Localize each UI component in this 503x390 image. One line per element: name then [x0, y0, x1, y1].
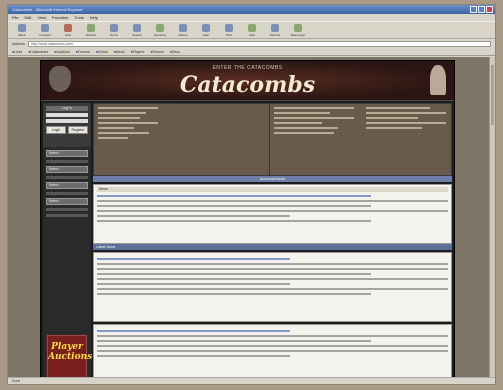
ad-text: Player Auctions [48, 342, 93, 362]
toolbar: Back Forward Stop Refresh Home Search Fa… [8, 21, 495, 39]
refresh-button[interactable]: Refresh [83, 23, 99, 37]
nav-select[interactable]: Select [46, 166, 88, 173]
sidebar-text [46, 214, 88, 217]
nav-select[interactable]: Select [46, 198, 88, 205]
main-content: Announcements News Latest News [93, 103, 452, 377]
menu-bar: File Edit View Favorites Tools Help [8, 14, 495, 21]
register-button[interactable]: Register [68, 126, 88, 134]
back-arrow-icon [18, 23, 26, 32]
refresh-icon [87, 23, 95, 32]
menu-edit[interactable]: Edit [24, 14, 31, 21]
print-button[interactable]: Print [221, 23, 237, 37]
address-bar: Address http://www.catacombs.com/ [8, 39, 495, 48]
menu-view[interactable]: View [37, 14, 46, 21]
edit-icon [248, 23, 256, 32]
site-title: Catacombs [179, 72, 316, 98]
title-bar: Catacombs - Microsoft Internet Explorer [8, 5, 495, 14]
web-page: ENTER THE CATACOMBS Catacombs Log In Log… [40, 60, 455, 377]
stop-icon [64, 23, 72, 32]
link-item[interactable]: Guilds [96, 50, 108, 54]
scrollbar-thumb[interactable] [491, 65, 494, 125]
site-banner: ENTER THE CATACOMBS Catacombs [41, 61, 454, 101]
section-bar: Latest News [93, 244, 452, 250]
discuss-button[interactable]: Discuss [267, 23, 283, 37]
link-item[interactable]: Catacombs [28, 50, 48, 54]
player-auctions-ad[interactable]: Player Auctions [47, 335, 93, 377]
news-post [93, 252, 452, 322]
password-field[interactable] [46, 119, 88, 123]
link-item[interactable]: Players [131, 50, 145, 54]
username-field[interactable] [46, 113, 88, 117]
mail-button[interactable]: Mail [198, 23, 214, 37]
menu-favorites[interactable]: Favorites [52, 14, 68, 21]
history-button[interactable]: History [175, 23, 191, 37]
mail-icon [202, 23, 210, 32]
menu-help[interactable]: Help [90, 14, 98, 21]
messenger-button[interactable]: Messenger [290, 23, 306, 37]
home-icon [110, 23, 118, 32]
link-item[interactable]: Forums [76, 50, 90, 54]
menu-file[interactable]: File [12, 14, 18, 21]
stats-panel [93, 103, 452, 176]
link-item[interactable]: Links [12, 50, 22, 54]
window-title: Catacombs - Microsoft Internet Explorer [12, 7, 83, 12]
links-bar: Links Catacombs Auctions Forums Guilds N… [8, 48, 495, 56]
news-post: News [93, 184, 452, 244]
login-heading: Log In [46, 106, 88, 111]
link-item[interactable]: Shop [170, 50, 180, 54]
favorites-button[interactable]: Favorites [152, 23, 168, 37]
sidebar-text [46, 208, 88, 211]
forward-arrow-icon [41, 23, 49, 32]
forward-button[interactable]: Forward [37, 23, 53, 37]
login-box: Log In Login Register [43, 103, 91, 147]
edit-button[interactable]: Edit [244, 23, 260, 37]
sidebar-text [46, 192, 88, 195]
site-subtitle: ENTER THE CATACOMBS [212, 65, 283, 71]
address-input[interactable]: http://www.catacombs.com/ [27, 40, 491, 47]
nav-select[interactable]: Select [46, 182, 88, 189]
address-label: Address [12, 41, 25, 46]
nav-select[interactable]: Select [46, 150, 88, 157]
vertical-scrollbar[interactable] [489, 57, 495, 377]
search-icon [133, 23, 141, 32]
browser-window: Catacombs - Microsoft Internet Explorer … [7, 4, 496, 385]
history-icon [179, 23, 187, 32]
sidebar-text [46, 160, 88, 163]
favorites-icon [156, 23, 164, 32]
link-item[interactable]: Search [150, 50, 164, 54]
helmet-icon [430, 65, 446, 95]
sidebar-text [46, 176, 88, 179]
search-button[interactable]: Search [129, 23, 145, 37]
back-button[interactable]: Back [14, 23, 30, 37]
link-item[interactable]: Auctions [54, 50, 69, 54]
page-viewport: ENTER THE CATACOMBS Catacombs Log In Log… [8, 57, 495, 377]
home-button[interactable]: Home [106, 23, 122, 37]
status-bar: Done [8, 377, 495, 384]
login-button[interactable]: Login [46, 126, 66, 134]
minimize-button[interactable] [470, 6, 477, 13]
print-icon [225, 23, 233, 32]
menu-tools[interactable]: Tools [74, 14, 83, 21]
link-item[interactable]: News [114, 50, 125, 54]
news-post [93, 324, 452, 377]
left-sidebar: Log In Login Register Select Select Sele… [43, 103, 93, 377]
stop-button[interactable]: Stop [60, 23, 76, 37]
discuss-icon [271, 23, 279, 32]
close-button[interactable] [486, 6, 493, 13]
post-heading: News [97, 187, 448, 192]
news-bar: Announcements [93, 176, 452, 182]
maximize-button[interactable] [478, 6, 485, 13]
messenger-icon [294, 23, 302, 32]
